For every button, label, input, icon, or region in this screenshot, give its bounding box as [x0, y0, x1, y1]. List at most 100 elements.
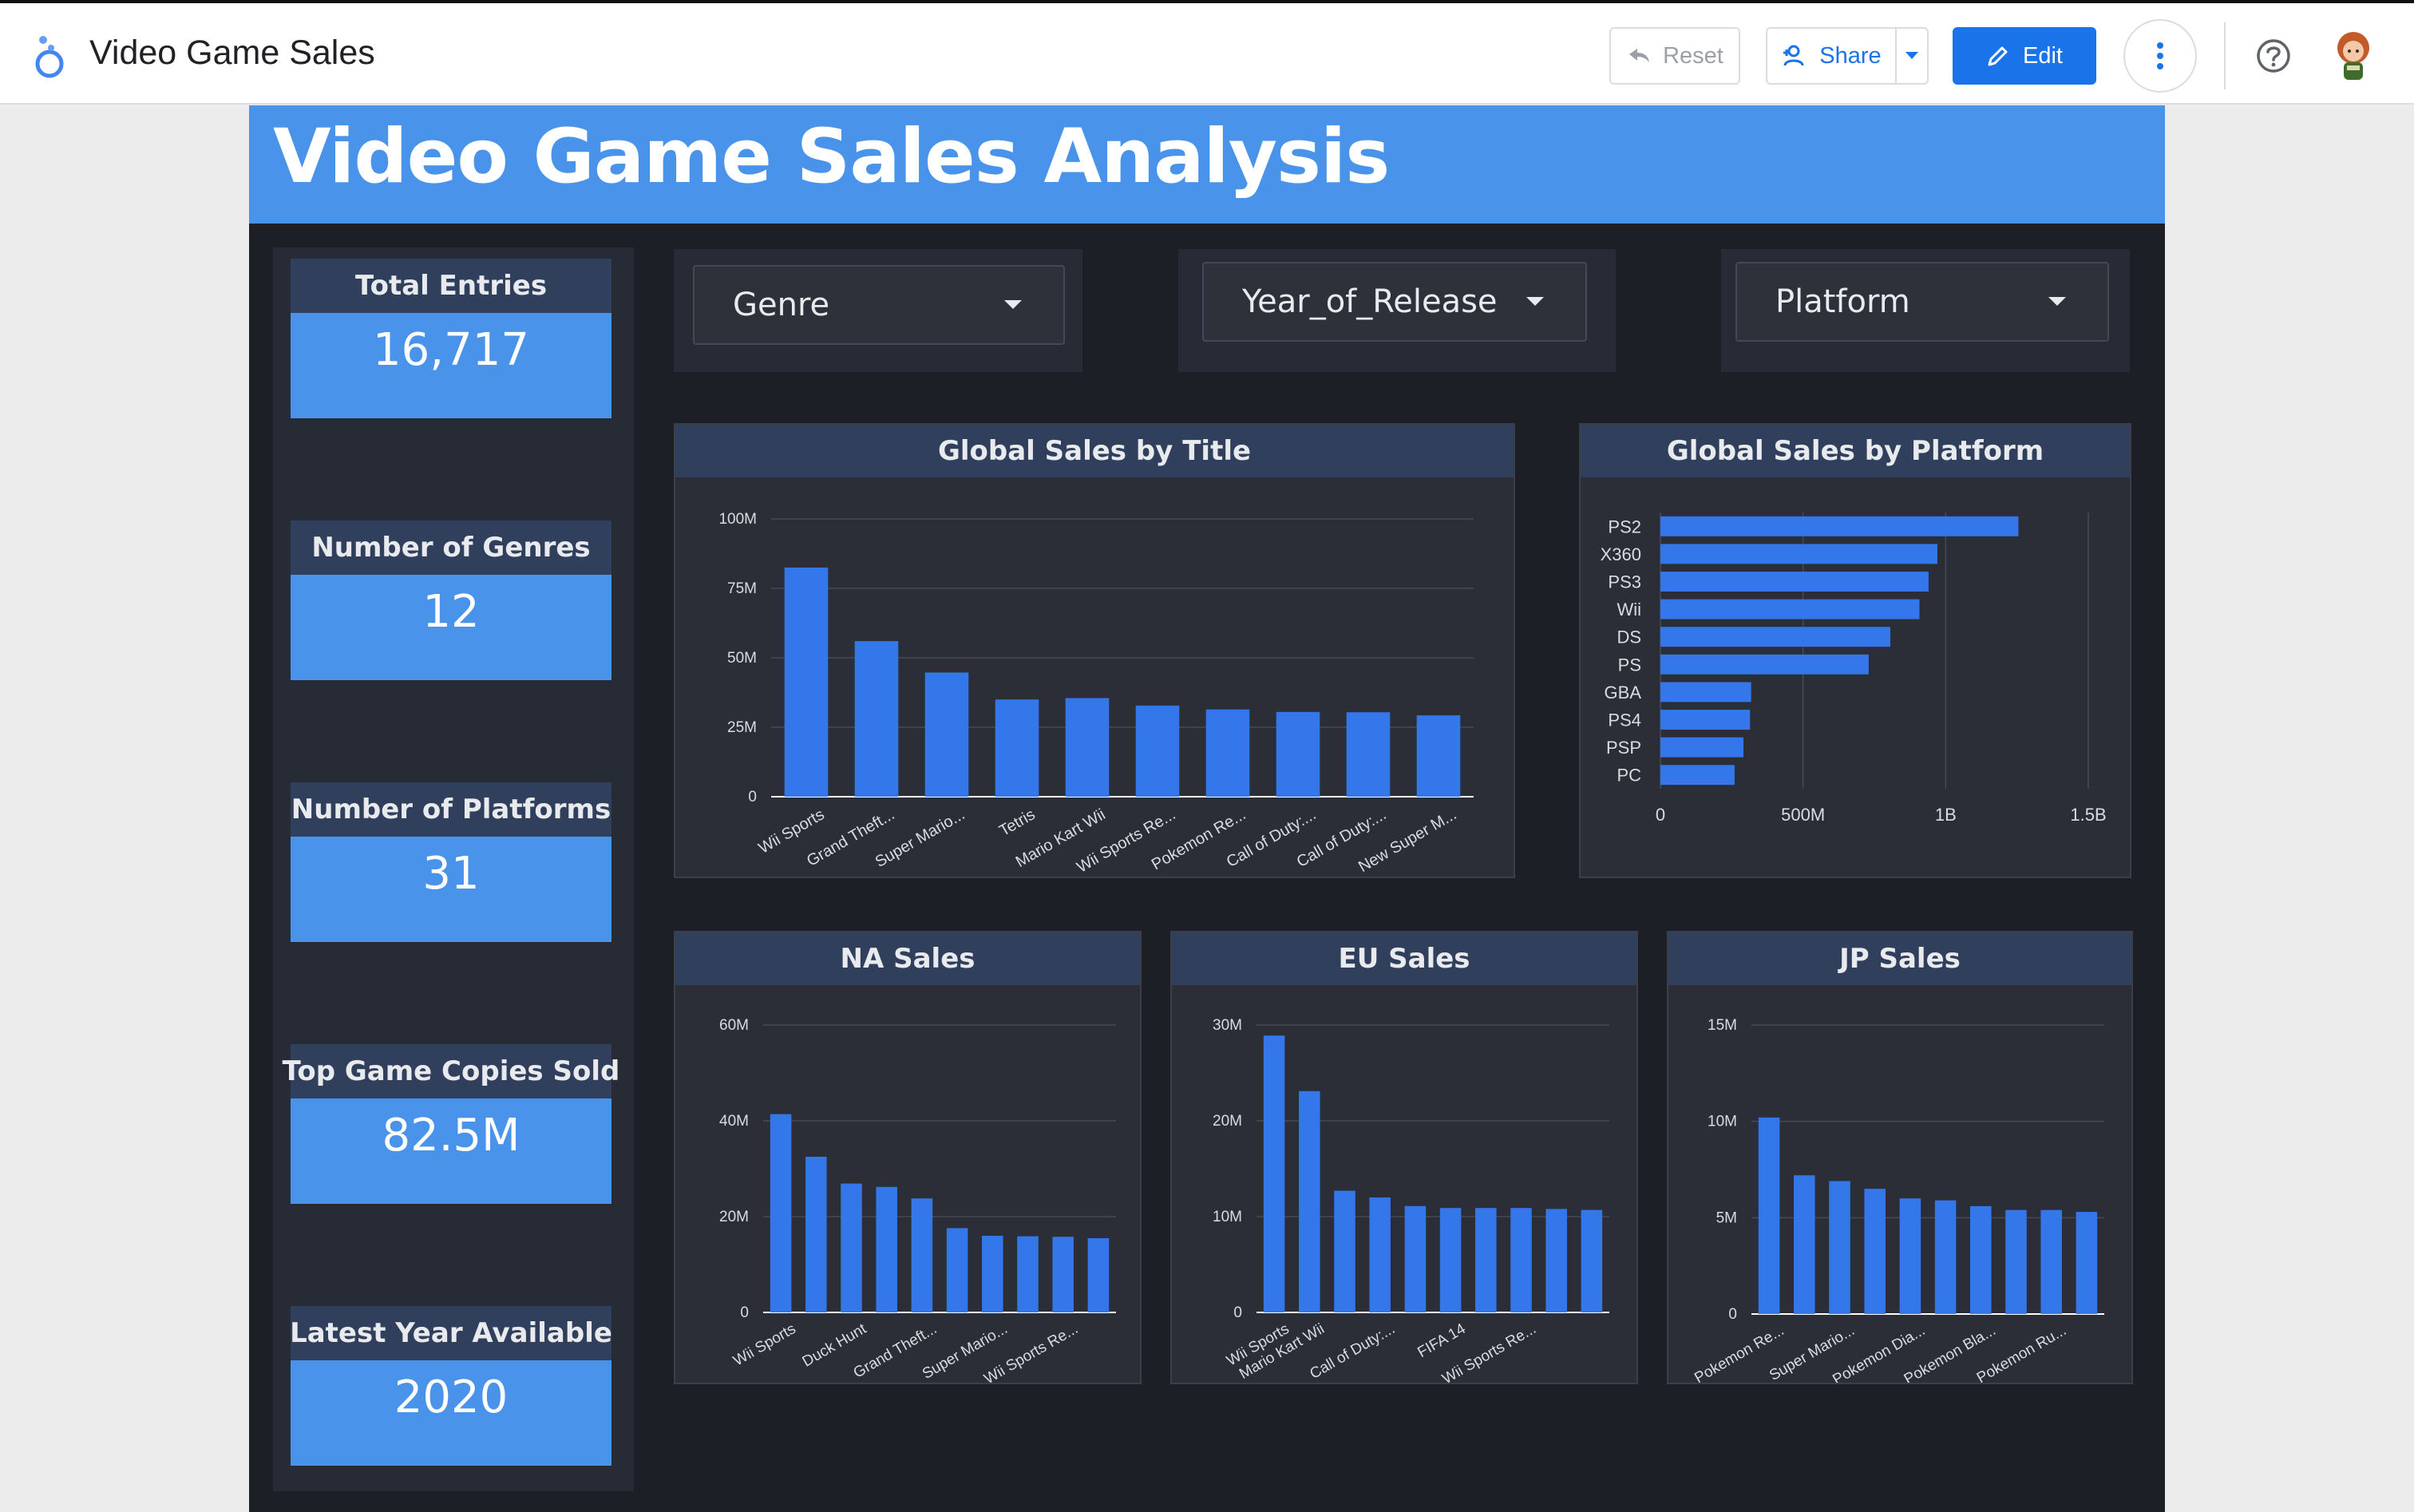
more-vert-icon — [2157, 42, 2163, 69]
kpi-total-entries: Total Entries 16,717 — [291, 259, 611, 418]
bar — [1660, 737, 1743, 758]
chart-title: NA Sales — [675, 932, 1140, 985]
x-tick-label: 1.5B — [2070, 805, 2106, 825]
kpi-label: Latest Year Available — [290, 1306, 612, 1360]
edit-button[interactable]: Edit — [1953, 27, 2096, 85]
report-canvas: Video Game Sales Analysis Total Entries … — [249, 105, 2165, 1512]
y-tick-label: 5M — [1716, 1209, 1737, 1226]
bar — [2005, 1209, 2027, 1314]
y-category-label: Wii — [1617, 600, 1641, 619]
reset-button[interactable]: Reset — [1609, 27, 1740, 85]
y-category-label: PS4 — [1608, 710, 1641, 730]
y-tick-label: 0 — [748, 789, 757, 805]
genre-filter-control: Genre — [674, 249, 1082, 372]
kpi-label: Top Game Copies Sold — [283, 1044, 619, 1098]
bar — [924, 672, 969, 797]
bar — [876, 1186, 897, 1312]
bar — [1087, 1238, 1110, 1312]
app-toolbar: Video Game Sales Reset Share Edit — [0, 0, 2414, 105]
bar — [1065, 698, 1110, 797]
y-category-label: PSP — [1606, 738, 1641, 758]
undo-icon — [1629, 49, 1650, 62]
bar — [1404, 1205, 1427, 1312]
bar — [1263, 1035, 1285, 1312]
bar — [1660, 627, 1891, 647]
kpi-number-of-platforms: Number of Platforms 31 — [291, 782, 611, 942]
genre-dropdown-label: Genre — [733, 287, 830, 323]
x-tick-label: FIFA 14 — [1415, 1320, 1469, 1361]
y-tick-label: 10M — [1708, 1114, 1737, 1130]
bar — [1369, 1197, 1391, 1312]
y-category-label: X360 — [1601, 544, 1641, 564]
y-category-label: PS — [1618, 655, 1641, 675]
kpi-label: Number of Platforms — [291, 782, 611, 837]
y-tick-label: 25M — [727, 719, 757, 736]
y-tick-label: 15M — [1708, 1017, 1737, 1034]
kpi-number-of-genres: Number of Genres 12 — [291, 520, 611, 680]
bar — [854, 641, 899, 797]
bar — [1205, 709, 1250, 797]
bar — [1545, 1209, 1567, 1312]
edit-label: Edit — [2023, 42, 2063, 69]
kpi-label: Number of Genres — [291, 520, 611, 575]
bar — [805, 1157, 827, 1312]
bar — [1299, 1090, 1320, 1312]
bar — [1660, 572, 1929, 592]
bar — [1475, 1208, 1497, 1312]
y-tick-label: 60M — [719, 1017, 749, 1034]
y-category-label: PS2 — [1608, 517, 1641, 536]
share-dropdown-button[interactable] — [1895, 27, 1929, 85]
more-options-button[interactable] — [2123, 19, 2197, 93]
bar — [1052, 1237, 1074, 1312]
bar — [1510, 1208, 1532, 1312]
help-icon[interactable] — [2256, 38, 2291, 73]
y-tick-label: 10M — [1213, 1209, 1242, 1225]
bar — [1660, 710, 1751, 730]
pencil-icon — [1988, 46, 2008, 66]
bar — [1660, 765, 1735, 786]
y-category-label: GBA — [1605, 683, 1642, 703]
share-button[interactable]: Share — [1766, 27, 1897, 85]
year-of-release-dropdown[interactable]: Year_of_Release — [1202, 262, 1587, 342]
platform-filter-control: Platform — [1721, 249, 2130, 372]
eu-sales-plot: 010M20M30MWii SportsMario Kart WiiCall o… — [1213, 1017, 1609, 1383]
bar — [784, 567, 829, 797]
na-sales-plot: 020M40M60MWii Sports Duck HuntGrand Theft… — [719, 1017, 1116, 1383]
global-sales-by-title-chart: Global Sales by Title 0 25M 50M 75M 100M Wii … — [674, 423, 1515, 878]
bar — [1660, 516, 2019, 536]
bar — [2040, 1209, 2062, 1314]
add-person-icon — [1783, 45, 1804, 66]
y-tick-label: 20M — [719, 1209, 749, 1225]
bar — [1864, 1189, 1886, 1314]
y-tick-label: 20M — [1213, 1113, 1242, 1130]
bar — [1794, 1175, 1815, 1314]
global-sales-by-title-plot: 025M50M75M100MWii SportsGrand Theft...Su… — [718, 511, 1474, 877]
bar — [982, 1236, 1003, 1312]
dropdown-arrow-icon — [1526, 297, 1544, 306]
eu-sales-chart: EU Sales 0 10M 20M 30M Wii Sports Mario Kart … — [1170, 931, 1638, 1384]
global-sales-by-platform-plot: 0 500M 1B 1.5B PS2 X360 PS3 Wii DS PS GBA PS4 PSP PC — [1601, 513, 2107, 825]
bar — [1899, 1198, 1921, 1314]
bar — [1934, 1200, 1957, 1314]
kpi-column: Total Entries 16,717 Number of Genres 12… — [273, 247, 634, 1491]
bar — [1439, 1208, 1462, 1312]
genre-dropdown[interactable]: Genre — [693, 265, 1065, 345]
platform-dropdown[interactable]: Platform — [1735, 262, 2109, 342]
y-tick-label: 100M — [718, 511, 757, 528]
toolbar-divider — [2224, 22, 2226, 89]
bar — [911, 1198, 933, 1312]
y-tick-label: 50M — [727, 650, 757, 667]
kpi-value: 82.5M — [291, 1098, 611, 1204]
bar — [995, 699, 1039, 797]
bar — [1829, 1181, 1850, 1314]
bar — [1660, 544, 1937, 564]
x-tick-label: Tetris — [996, 805, 1038, 840]
user-avatar[interactable] — [2328, 27, 2379, 85]
report-name[interactable]: Video Game Sales — [89, 34, 375, 73]
bar — [1970, 1205, 1992, 1314]
y-tick-label: 0 — [1728, 1306, 1737, 1323]
kpi-value: 31 — [291, 837, 611, 942]
bar — [841, 1183, 862, 1312]
na-sales-chart: NA Sales 0 20M 40M 60M Wii Sports Duck Hunt Gr… — [674, 931, 1142, 1384]
bar — [1334, 1190, 1355, 1312]
